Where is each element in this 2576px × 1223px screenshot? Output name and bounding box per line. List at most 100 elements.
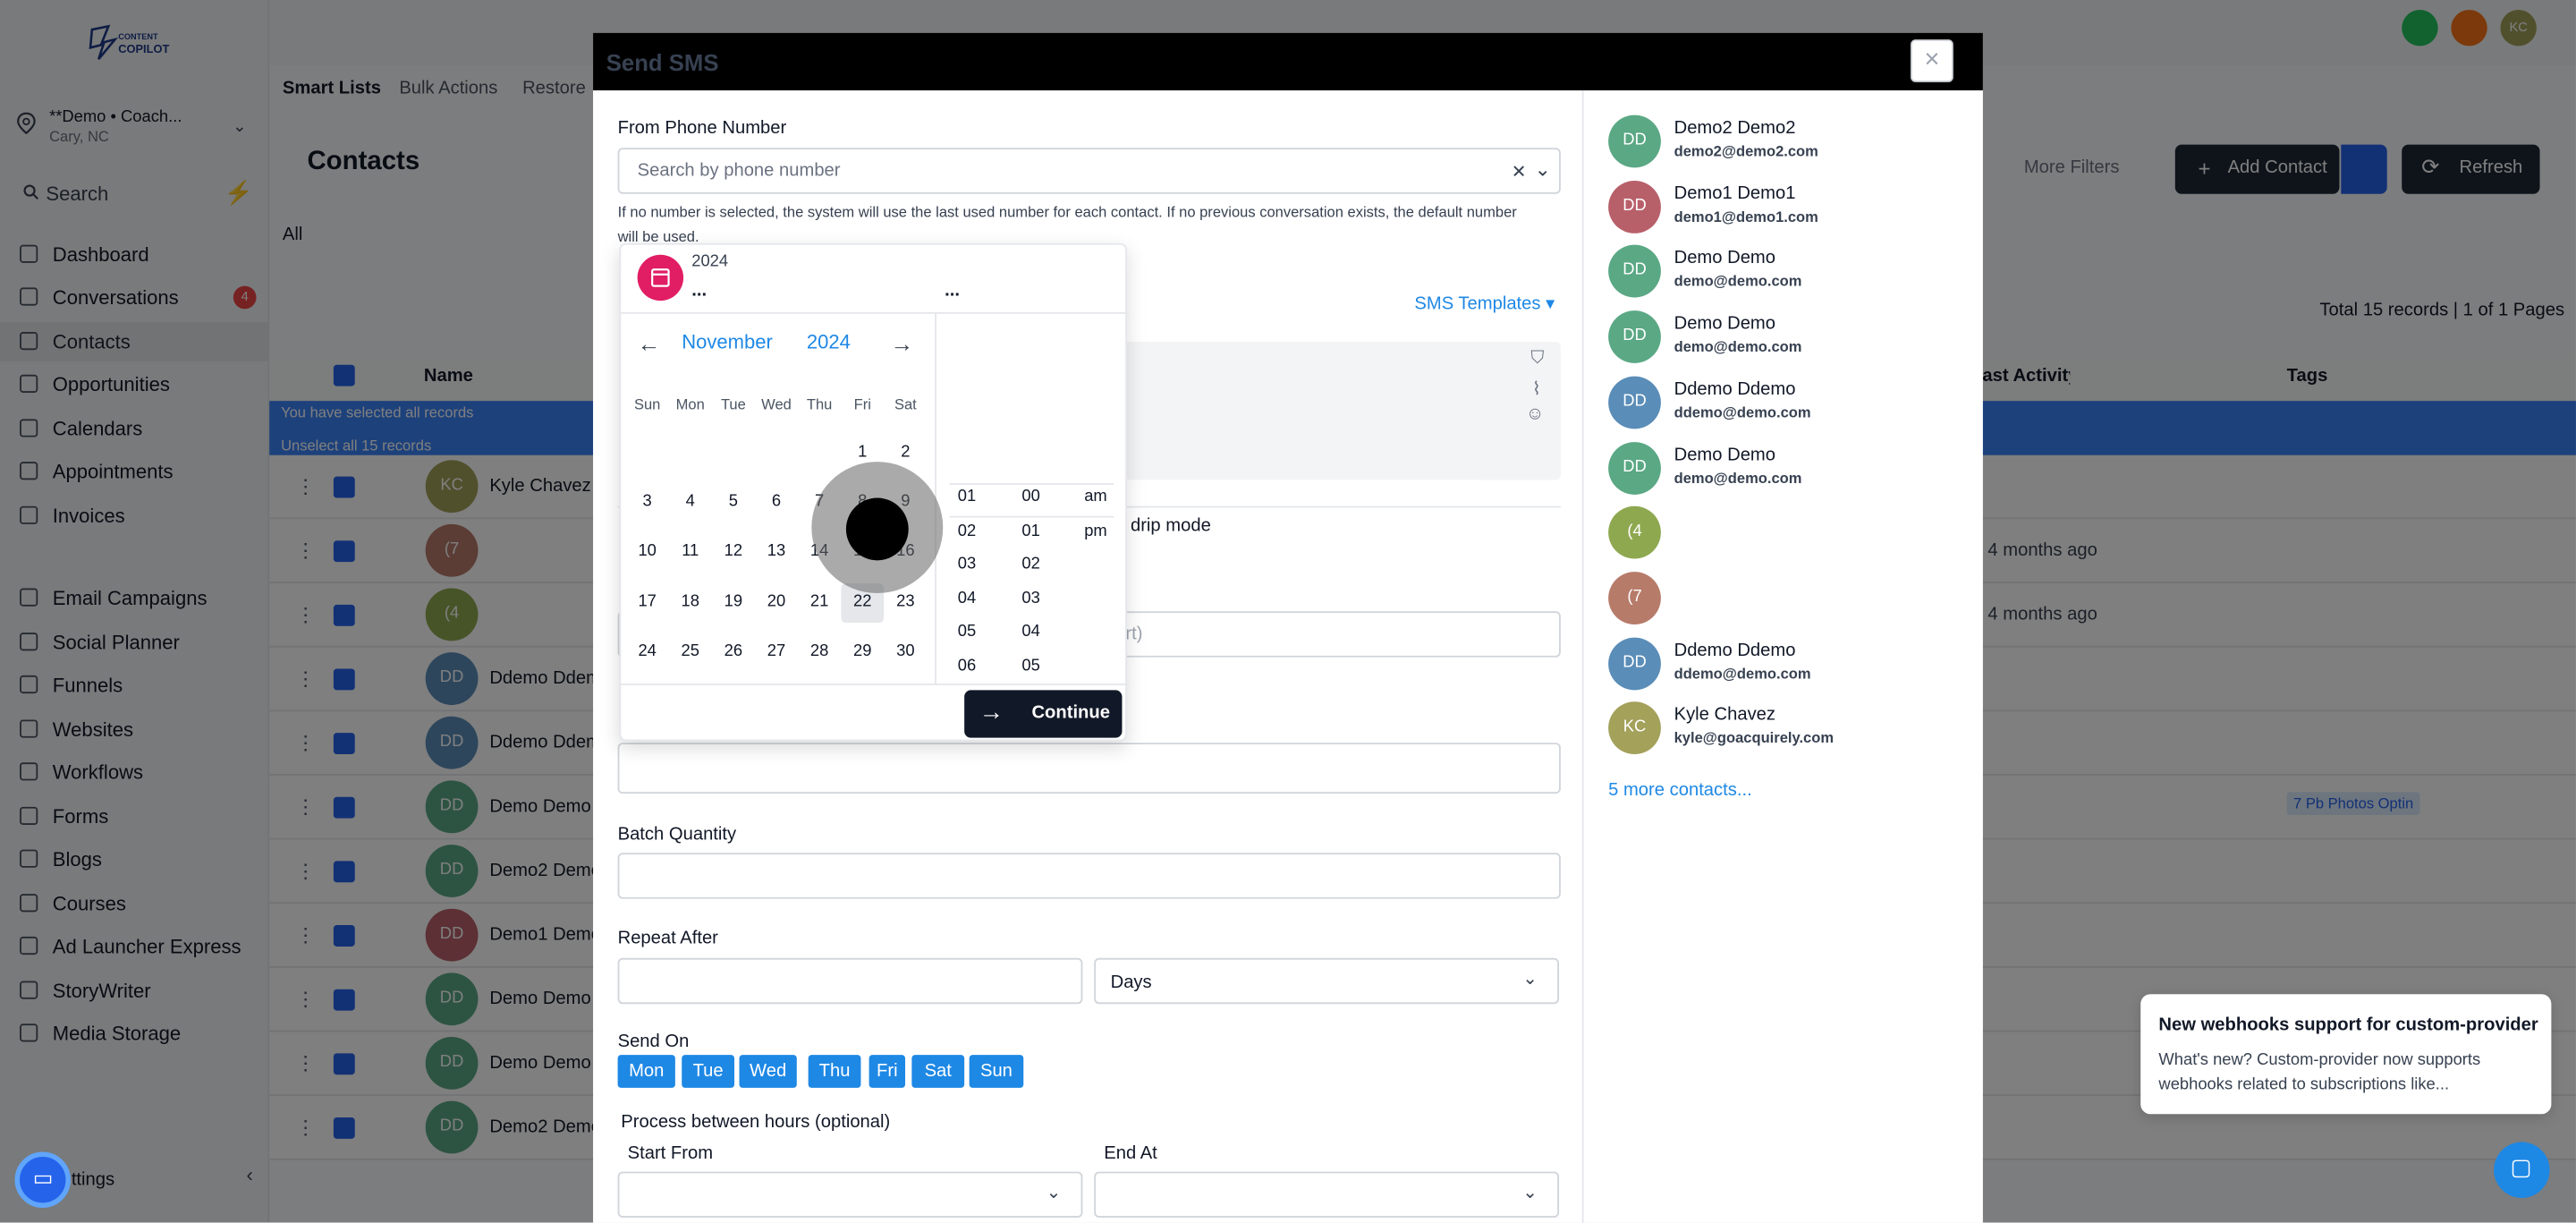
tag-icon[interactable]: ⛉ bbox=[1530, 348, 1544, 369]
calendar-day[interactable]: 18 bbox=[669, 582, 712, 622]
calendar-day[interactable]: 30 bbox=[884, 633, 927, 672]
recipient-email: demo1@demo1.com bbox=[1674, 208, 1818, 225]
ampm-option[interactable]: am bbox=[1084, 488, 1107, 505]
picker-divider bbox=[621, 311, 1129, 314]
minute-option[interactable]: 00 bbox=[1021, 488, 1039, 505]
attachment-icon[interactable]: ⌇ bbox=[1532, 378, 1541, 399]
chat-widget-button[interactable]: ▭ bbox=[14, 1151, 71, 1208]
calendar-day[interactable]: 20 bbox=[755, 582, 798, 622]
day-chip-sun[interactable]: Sun bbox=[969, 1055, 1024, 1088]
calendar-day[interactable]: 12 bbox=[712, 533, 755, 573]
recipient-name: Kyle Chavez bbox=[1674, 705, 1776, 726]
calendar-day[interactable]: 13 bbox=[755, 533, 798, 573]
notification-toast[interactable]: New webhooks support for custom-provider… bbox=[2140, 994, 2552, 1115]
emoji-icon[interactable]: ☺ bbox=[1526, 404, 1545, 424]
from-phone-select[interactable]: Search by phone number ✕ ⌄ bbox=[617, 148, 1561, 194]
sms-templates-link[interactable]: SMS Templates ▾ bbox=[1414, 293, 1555, 314]
day-chip-fri[interactable]: Fri bbox=[869, 1055, 906, 1088]
start-from-label: Start From bbox=[627, 1143, 714, 1164]
calendar-day[interactable]: 3 bbox=[626, 483, 669, 522]
calendar-day[interactable]: 19 bbox=[712, 582, 755, 622]
recipient-email: kyle@goacquirely.com bbox=[1674, 730, 1835, 747]
prev-month-icon[interactable]: ← bbox=[638, 330, 661, 356]
hour-option[interactable]: 05 bbox=[958, 624, 976, 641]
clear-icon[interactable]: ✕ bbox=[1512, 161, 1527, 183]
start-from-select[interactable]: ⌄ bbox=[617, 1171, 1083, 1218]
minute-option[interactable]: 03 bbox=[1021, 590, 1039, 607]
picker-time-summary: ... bbox=[945, 281, 960, 302]
recipient-email: demo@demo.com bbox=[1674, 273, 1802, 290]
avatar: DD bbox=[1608, 376, 1661, 429]
minute-option[interactable]: 05 bbox=[1021, 658, 1039, 675]
avatar: (7 bbox=[1608, 571, 1661, 624]
weekday-header: Mon bbox=[675, 395, 705, 413]
batch-input[interactable] bbox=[617, 743, 1561, 794]
from-phone-placeholder: Search by phone number bbox=[637, 160, 841, 182]
hour-option[interactable]: 04 bbox=[958, 590, 976, 607]
recipient-name: Demo Demo bbox=[1674, 313, 1776, 335]
avatar: DD bbox=[1608, 310, 1661, 364]
ampm-option[interactable]: pm bbox=[1084, 522, 1107, 539]
hour-option[interactable]: 02 bbox=[958, 522, 976, 539]
more-contacts-link[interactable]: 5 more contacts... bbox=[1608, 780, 1752, 800]
recipient-item: DD Demo Demo demo@demo.com bbox=[1608, 310, 1970, 369]
weekday-header: Thu bbox=[806, 395, 833, 413]
minute-option[interactable]: 04 bbox=[1021, 624, 1039, 641]
recipient-item: DD Demo Demo demo@demo.com bbox=[1608, 245, 1970, 304]
minute-option[interactable]: 01 bbox=[1021, 522, 1039, 539]
repeat-unit-select[interactable]: Days ⌄ bbox=[1094, 957, 1560, 1005]
recipient-name: Demo2 Demo2 bbox=[1674, 118, 1796, 139]
support-chat-button[interactable]: ▢ bbox=[2494, 1142, 2550, 1198]
day-chip-sat[interactable]: Sat bbox=[911, 1055, 965, 1088]
hour-option[interactable]: 03 bbox=[958, 556, 976, 573]
calendar-day[interactable]: 24 bbox=[626, 633, 669, 672]
calendar-day[interactable]: 26 bbox=[712, 633, 755, 672]
chevron-down-icon[interactable]: ⌄ bbox=[1534, 157, 1550, 181]
day-chip-tue[interactable]: Tue bbox=[682, 1055, 735, 1088]
recipient-email: demo@demo.com bbox=[1674, 338, 1802, 355]
calendar-day[interactable]: 10 bbox=[626, 533, 669, 573]
calendar-day[interactable]: 28 bbox=[798, 633, 841, 672]
next-month-icon[interactable]: → bbox=[890, 330, 913, 356]
cursor-dot bbox=[845, 497, 909, 561]
calendar-day[interactable]: 5 bbox=[712, 483, 755, 522]
close-button[interactable]: × bbox=[1911, 39, 1953, 82]
message-textarea[interactable]: ⛉ ⌇ ☺ bbox=[1125, 342, 1561, 480]
recipient-email: demo@demo.com bbox=[1674, 469, 1802, 486]
continue-label: Continue bbox=[1031, 703, 1111, 724]
hour-option[interactable]: 01 bbox=[958, 488, 976, 505]
send-on-label: Send On bbox=[617, 1032, 690, 1052]
year-label[interactable]: 2024 bbox=[807, 330, 851, 353]
calendar-day[interactable]: 6 bbox=[755, 483, 798, 522]
calendar-day[interactable]: 17 bbox=[626, 582, 669, 622]
arrow-right-icon: → bbox=[979, 698, 1004, 726]
calendar-day[interactable]: 21 bbox=[798, 582, 841, 622]
modal-header: Send SMS × bbox=[593, 32, 1983, 91]
month-label[interactable]: November bbox=[682, 330, 773, 353]
calendar-day[interactable]: 4 bbox=[669, 483, 712, 522]
continue-button[interactable]: → Continue bbox=[964, 690, 1123, 738]
recipient-item: DD Demo2 Demo2 demo2@demo2.com bbox=[1608, 115, 1970, 174]
end-at-select[interactable]: ⌄ bbox=[1094, 1171, 1560, 1218]
calendar-day[interactable]: 27 bbox=[755, 633, 798, 672]
weekday-header: Sat bbox=[894, 395, 917, 413]
hour-option[interactable]: 06 bbox=[958, 658, 976, 675]
weekday-header: Fri bbox=[853, 395, 871, 413]
day-chip-thu[interactable]: Thu bbox=[808, 1055, 861, 1088]
batch-quantity-input[interactable] bbox=[617, 853, 1561, 899]
toast-title: New webhooks support for custom-provider bbox=[2158, 1015, 2538, 1036]
recipient-name: Ddemo Ddemo bbox=[1674, 378, 1796, 399]
avatar: (4 bbox=[1608, 506, 1661, 559]
repeat-after-input[interactable] bbox=[617, 957, 1083, 1005]
calendar-day[interactable]: 29 bbox=[841, 633, 884, 672]
picker-footer-divider bbox=[621, 684, 1129, 685]
day-chip-wed[interactable]: Wed bbox=[739, 1055, 797, 1088]
avatar: DD bbox=[1608, 180, 1661, 234]
recipient-name: Ddemo Ddemo bbox=[1674, 640, 1796, 660]
calendar-day[interactable]: 25 bbox=[669, 633, 712, 672]
calendar-day[interactable]: 11 bbox=[669, 533, 712, 573]
day-chip-mon[interactable]: Mon bbox=[617, 1055, 675, 1088]
picker-year-header: 2024 bbox=[691, 252, 729, 272]
minute-option[interactable]: 02 bbox=[1021, 556, 1039, 573]
avatar: DD bbox=[1608, 636, 1661, 690]
